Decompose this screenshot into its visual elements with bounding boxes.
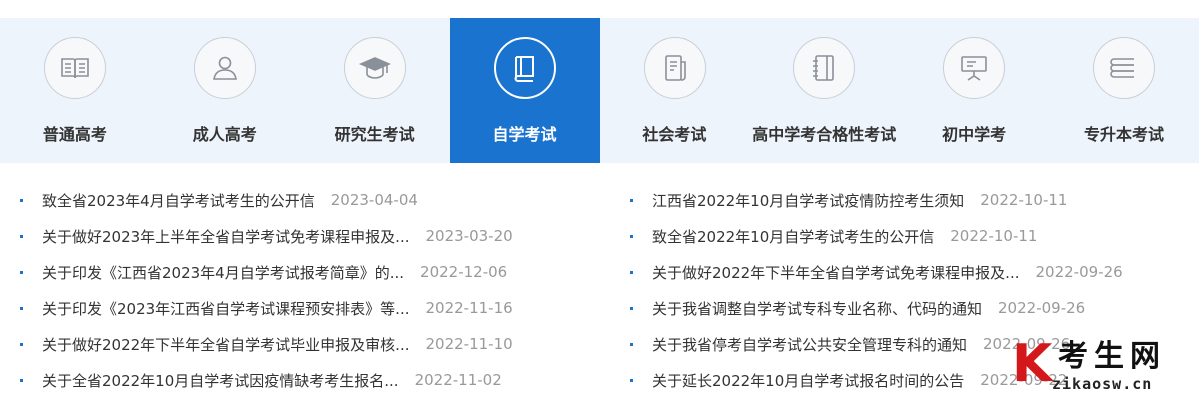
news-title-link[interactable]: 关于做好2022年下半年全省自学考试毕业申报及审核... [42,334,409,355]
tab-icon-circle [193,37,256,99]
list-item[interactable]: 关于我省调整自学考试专科专业名称、代码的通知 2022-09-26 [630,290,1190,326]
news-date: 2022-09-26 [998,299,1086,317]
list-item[interactable]: 关于做好2022年下半年全省自学考试免考课程申报及... 2022-09-26 [630,254,1190,290]
news-title-link[interactable]: 江西省2022年10月自学考试疫情防控考生须知 [652,190,964,211]
bullet-dot [20,306,23,310]
news-title-link[interactable]: 关于全省2022年10月自学考试因疫情缺考考生报名... [42,370,399,391]
tab-junior-high-exam[interactable]: 初中学考 [899,18,1049,163]
graduation-cap-icon [358,57,391,79]
news-date: 2022-11-10 [425,335,513,353]
list-item[interactable]: 致全省2022年10月自学考试考生的公开信 2022-10-11 [630,218,1190,254]
news-title-link[interactable]: 关于做好2022年下半年全省自学考试免考课程申报及... [652,262,1019,283]
news-date: 2022-11-16 [425,299,513,317]
tab-high-school-qualification[interactable]: 高中学考合格性考试 [749,18,899,163]
tab-general-gaokao[interactable]: 普通高考 [0,18,150,163]
news-title-link[interactable]: 关于印发《2023年江西省自学考试课程预安排表》等... [42,298,409,319]
bullet-dot [20,342,23,346]
tab-label: 专升本考试 [1084,125,1165,144]
news-title-link[interactable]: 关于延长2022年10月自学考试报名时间的公告 [652,370,964,391]
bullet-dot [630,234,633,238]
tab-icon-circle [44,37,106,99]
list-item[interactable]: 关于印发《江西省2023年4月自学考试报考简章》的... 2022-12-06 [20,254,600,290]
news-date: 2022-09-26 [1035,263,1123,281]
news-list-left: 致全省2023年4月自学考试考生的公开信 2023-04-04 关于做好2023… [20,182,600,398]
document-icon [664,55,686,81]
bullet-dot [20,270,23,274]
bullet-dot [630,306,633,310]
bullet-dot [20,378,23,382]
tab-icon-circle [793,37,856,99]
presentation-board-icon [961,56,988,81]
tab-icon-circle [343,37,406,99]
news-title-link[interactable]: 关于做好2023年上半年全省自学考试免考课程申报及... [42,226,409,247]
bullet-dot [630,270,633,274]
tab-label: 成人高考 [192,125,257,144]
list-item[interactable]: 关于做好2022年下半年全省自学考试毕业申报及审核... 2022-11-10 [20,326,600,362]
tab-icon-circle [493,37,556,99]
bullet-dot [630,342,633,346]
tab-label: 高中学考合格性考试 [752,125,897,144]
news-title-link[interactable]: 关于我省停考自学考试公共安全管理专科的通知 [652,334,967,355]
exam-category-tabbar: 普通高考 成人高考 研究生考试 自学考试 社会考试 高中学考合格性考试 初中学考… [0,18,1199,163]
news-date: 2022-10-11 [950,227,1038,245]
book-open-icon [61,58,89,79]
list-item[interactable]: 江西省2022年10月自学考试疫情防控考生须知 2022-10-11 [630,182,1190,218]
tab-adult-gaokao[interactable]: 成人高考 [150,18,300,163]
stacked-books-icon [1110,58,1135,78]
user-icon [212,56,237,80]
tab-self-study-exam[interactable]: 自学考试 [449,18,600,163]
news-date: 2023-03-20 [425,227,513,245]
news-title-link[interactable]: 致全省2022年10月自学考试考生的公开信 [652,226,934,247]
watermark-k-letter: K [1012,334,1053,394]
news-title-link[interactable]: 关于印发《江西省2023年4月自学考试报考简章》的... [42,262,404,283]
watermark-site-name: 考生网 [1058,339,1166,374]
notebook-icon [813,55,835,81]
tab-social-exam[interactable]: 社会考试 [600,18,750,163]
watermark-domain: zikaosw.cn [1052,375,1153,393]
bullet-dot [630,378,633,382]
bullet-dot [20,198,23,202]
news-title-link[interactable]: 关于我省调整自学考试专科专业名称、代码的通知 [652,298,982,319]
watermark-logo: K 考生网 zikaosw.cn [1012,338,1192,394]
news-date: 2023-04-04 [330,191,418,209]
tab-icon-circle [1093,37,1156,99]
tab-icon-circle [643,37,706,99]
news-title-link[interactable]: 致全省2023年4月自学考试考生的公开信 [42,190,315,211]
tab-icon-circle [943,37,1006,99]
tab-label: 社会考试 [642,125,707,144]
tab-label: 研究生考试 [334,125,415,144]
tab-label: 初中学考 [942,125,1007,144]
list-item[interactable]: 关于全省2022年10月自学考试因疫情缺考考生报名... 2022-11-02 [20,362,600,398]
news-date: 2022-12-06 [420,263,508,281]
list-item[interactable]: 关于做好2023年上半年全省自学考试免考课程申报及... 2023-03-20 [20,218,600,254]
tab-graduate-exam[interactable]: 研究生考试 [300,18,450,163]
news-date: 2022-10-11 [980,191,1068,209]
tab-label: 普通高考 [42,125,107,144]
book-icon [514,56,534,82]
tab-label: 自学考试 [492,125,557,144]
list-item[interactable]: 致全省2023年4月自学考试考生的公开信 2023-04-04 [20,182,600,218]
bullet-dot [630,198,633,202]
tab-upgrade-exam[interactable]: 专升本考试 [1049,18,1199,163]
list-item[interactable]: 关于印发《2023年江西省自学考试课程预安排表》等... 2022-11-16 [20,290,600,326]
news-date: 2022-11-02 [414,371,502,389]
bullet-dot [20,234,23,238]
